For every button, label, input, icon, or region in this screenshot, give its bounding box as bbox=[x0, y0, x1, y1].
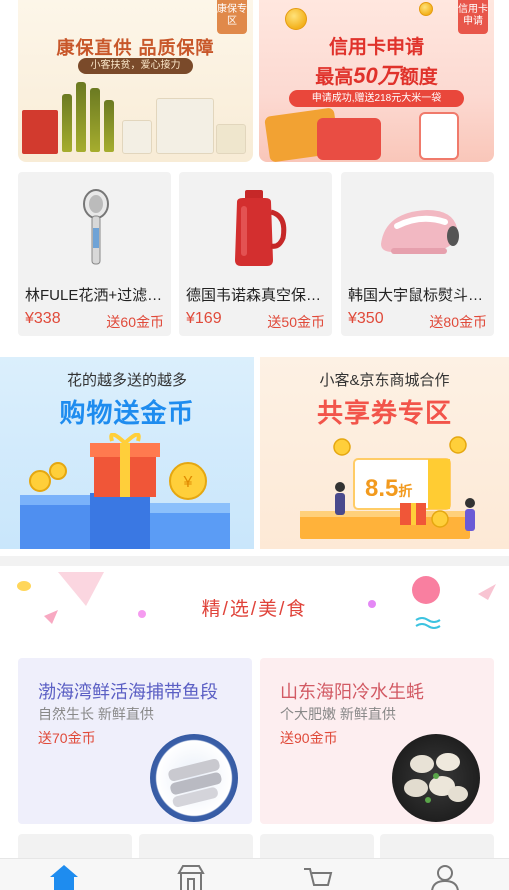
credit-card-banner[interactable]: 信用卡申请 信用卡申请 最高50万额度 申请成功,赠送218元大米一袋 bbox=[259, 0, 494, 162]
kangbao-banner-subtitle: 小客扶贫，爱心接力 bbox=[78, 58, 193, 74]
product-price: ¥338 bbox=[25, 310, 61, 327]
kangbao-banner-title: 康保直供 品质保障 bbox=[56, 38, 215, 58]
shared-coupon-promo[interactable]: 小客&京东商城合作 共享券专区 8.5折 bbox=[260, 357, 509, 549]
product-row: 林FULE花洒+过滤… ¥338 送60金币 德国韦诺森真空保… ¥169 送5… bbox=[0, 168, 509, 348]
product-name: 林FULE花洒+过滤… bbox=[25, 287, 163, 304]
rice-bag-image bbox=[156, 98, 214, 154]
food-section-header: 精/选/美/食 bbox=[0, 566, 509, 648]
discount-value: 8.5折 bbox=[365, 475, 413, 502]
product-card[interactable]: 林FULE花洒+过滤… ¥338 送60金币 bbox=[18, 172, 171, 336]
rice-box-image bbox=[216, 124, 246, 154]
food-card[interactable]: 山东海阳冷水生蚝 个大肥嫩 新鲜直供 送90金币 bbox=[260, 658, 494, 824]
product-coin-reward: 送60金币 bbox=[106, 314, 164, 330]
gift-box-image bbox=[22, 110, 58, 154]
credit-card-amount: 最高50万额度 bbox=[315, 63, 438, 88]
bottom-nav-bar bbox=[0, 858, 509, 890]
product-card[interactable]: 德国韦诺森真空保… ¥169 送50金币 bbox=[179, 172, 332, 336]
oil-bottle-image bbox=[76, 82, 86, 152]
fish-plate-icon bbox=[150, 734, 238, 822]
product-coin-reward: 送50金币 bbox=[267, 314, 325, 330]
top-banner-row: 康保专区 康保直供 品质保障 小客扶贫，爱心接力 信用卡申请 信用卡申请 最高5… bbox=[0, 0, 509, 168]
promo-headline: 购物送金币 bbox=[59, 398, 195, 428]
svg-text:¥: ¥ bbox=[183, 474, 193, 491]
promo-row: 花的越多送的越多 购物送金币 ¥ 小客&京东商城合作 共享券专区 8.5折 bbox=[0, 348, 509, 556]
gift-box-illustration: ¥ bbox=[20, 433, 230, 549]
credit-card-banner-subtitle: 申请成功,赠送218元大米一袋 bbox=[289, 90, 464, 107]
phone-image bbox=[419, 112, 459, 160]
oil-bottle-image bbox=[90, 88, 100, 152]
featured-food-section: 精/选/美/食 渤海湾鲜活海捕带鱼段 自然生长 新鲜直供 送70金币 山东海阳冷… bbox=[0, 566, 509, 890]
product-name: 韩国大宇鼠标熨斗… bbox=[348, 287, 484, 304]
food-name: 山东海阳冷水生蚝 bbox=[280, 682, 424, 702]
shower-head-icon bbox=[18, 182, 171, 272]
cart-icon bbox=[303, 868, 332, 886]
product-coin-reward: 送80金币 bbox=[429, 314, 487, 330]
kangbao-banner[interactable]: 康保专区 康保直供 品质保障 小客扶贫，爱心接力 bbox=[18, 0, 253, 162]
product-price: ¥350 bbox=[348, 310, 384, 327]
promo-tagline: 小客&京东商城合作 bbox=[319, 372, 450, 389]
nav-cart[interactable] bbox=[254, 859, 381, 890]
food-description: 个大肥嫩 新鲜直供 bbox=[280, 706, 396, 722]
food-coin-reward: 送90金币 bbox=[280, 730, 338, 746]
nav-home[interactable] bbox=[0, 859, 127, 890]
rice-box-image bbox=[122, 120, 152, 154]
credit-card-image bbox=[317, 118, 381, 160]
steam-iron-icon bbox=[341, 182, 494, 272]
oil-bottle-image bbox=[62, 94, 72, 152]
vacuum-flask-icon bbox=[179, 182, 332, 272]
home-icon bbox=[49, 865, 78, 890]
shopping-coins-promo[interactable]: 花的越多送的越多 购物送金币 ¥ bbox=[0, 357, 254, 549]
credit-card-banner-title: 信用卡申请 bbox=[328, 37, 424, 58]
user-icon bbox=[430, 865, 459, 890]
oyster-plate-icon bbox=[392, 734, 480, 822]
credit-card-corner-tag: 信用卡申请 bbox=[458, 0, 488, 34]
food-coin-reward: 送70金币 bbox=[38, 730, 96, 746]
coin-icon bbox=[419, 2, 433, 16]
product-name: 德国韦诺森真空保… bbox=[186, 287, 322, 304]
food-card[interactable]: 渤海湾鲜活海捕带鱼段 自然生长 新鲜直供 送70金币 bbox=[18, 658, 252, 824]
food-name: 渤海湾鲜活海捕带鱼段 bbox=[38, 682, 218, 702]
promo-tagline: 花的越多送的越多 bbox=[66, 372, 187, 389]
shop-icon bbox=[176, 865, 205, 890]
nav-profile[interactable] bbox=[381, 859, 508, 890]
promo-headline: 共享券专区 bbox=[316, 398, 452, 428]
product-card[interactable]: 韩国大宇鼠标熨斗… ¥350 送80金币 bbox=[341, 172, 494, 336]
food-description: 自然生长 新鲜直供 bbox=[38, 706, 154, 722]
nav-shop[interactable] bbox=[127, 859, 254, 890]
oil-bottle-image bbox=[104, 100, 114, 152]
coin-icon bbox=[285, 8, 307, 30]
food-section-title: 精/选/美/食 bbox=[201, 599, 308, 620]
product-price: ¥169 bbox=[186, 310, 222, 327]
kangbao-corner-tag: 康保专区 bbox=[217, 0, 247, 34]
